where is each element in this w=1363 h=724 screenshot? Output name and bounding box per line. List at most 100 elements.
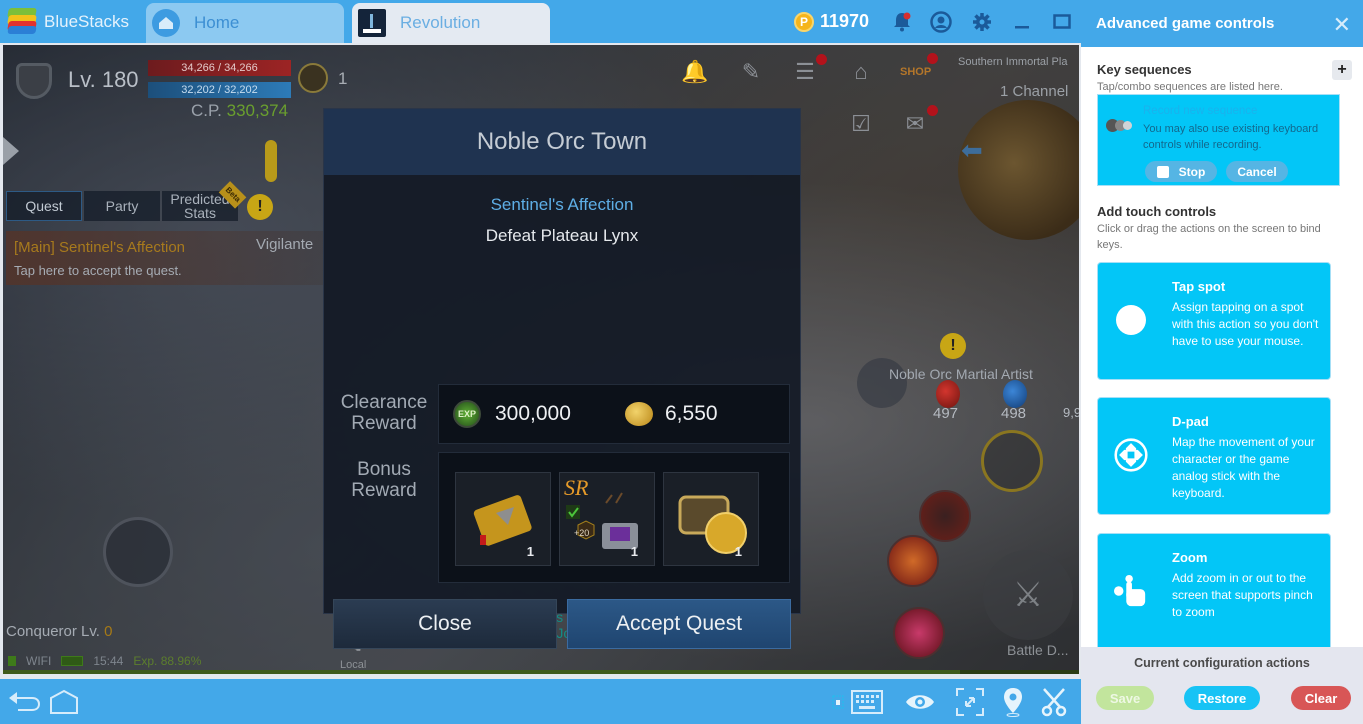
quest-marker-icon [265,140,277,182]
skill-slot-1[interactable] [919,490,971,542]
player-level: Lv. 180 [68,67,139,92]
home-icon [152,9,180,37]
menu-badge [816,54,827,65]
alarm-bell-icon[interactable]: 🔔 [680,57,710,87]
zoom-title: Zoom [1172,550,1208,565]
tap-spot-desc: Assign tapping on a spot with this actio… [1172,300,1319,348]
minimize-icon[interactable] [1010,10,1034,34]
tap-spot-card[interactable]: Tap spot Assign tapping on a spot with t… [1097,262,1331,380]
rank-emblem-icon[interactable] [298,63,328,93]
settings-gear-icon[interactable] [970,10,994,34]
hp-bar: 34,266 / 34,266 [148,60,291,76]
app-name: BlueStacks [44,12,130,31]
record-toggle[interactable] [1106,119,1134,132]
pinch-zoom-icon [1114,574,1148,608]
zoom-card[interactable]: Zoom Add zoom in or out to the screen th… [1097,533,1331,651]
tab-party[interactable]: Party [84,191,160,221]
gold-reward: 6,550 [665,402,718,425]
zoom-desc: Add zoom in or out to the screen that su… [1172,571,1313,619]
conqueror-label: Conqueror Lv. [6,623,100,640]
battle-label: Battle D... [1007,642,1069,658]
cp-value: 330,374 [226,101,289,120]
save-button[interactable]: Save [1096,686,1154,710]
expand-arrow-icon[interactable] [3,137,19,165]
channel-label[interactable]: 1 Channel [1000,83,1068,100]
shop-icon[interactable]: SHOP [900,57,931,87]
edit-document-icon[interactable]: ✎ [736,57,766,87]
virtual-joystick[interactable] [103,517,173,587]
shop-badge [927,53,938,64]
conqueror-level: Conqueror Lv. 0 [6,623,112,640]
bonus-reward-label: Bonus Reward [351,459,417,501]
attack-sword-button[interactable]: ⚔ [983,550,1073,640]
mail-icon[interactable]: ✉ [900,109,930,139]
bonus-item-gold-chest[interactable]: 1 [663,472,759,566]
config-actions-title: Current configuration actions [1134,656,1310,670]
add-sequence-button[interactable]: + [1332,60,1352,80]
key-sequences-subtitle: Tap/combo sequences are listed here. [1097,81,1283,93]
clearance-reward-label: Clearance Reward [340,392,428,434]
tab-revolution[interactable]: Revolution [352,3,550,43]
tab-revolution-label: Revolution [400,13,481,32]
dpad-title: D-pad [1172,414,1209,429]
skill-slot-3[interactable] [893,607,945,659]
keyboard-icon[interactable] [851,687,883,717]
touch-controls-subtitle: Click or drag the actions on the screen … [1097,223,1321,251]
fullscreen-icon[interactable] [956,687,984,717]
mp-potion-count: 498 [1001,405,1027,422]
bluestacks-logo-icon [7,8,37,36]
inventory-bag-icon[interactable]: ⌂ [846,57,876,87]
item-qty: 1 [526,544,534,559]
skill-slot-2[interactable] [887,535,939,587]
npc-nameplate-vigilante: Vigilante [256,236,314,253]
quest-log-icon[interactable]: ☑ [846,109,876,139]
mp-potion-icon[interactable] [1003,380,1027,408]
dpad-icon [1114,438,1148,472]
gold-chest-icon [678,495,747,554]
title-bar: BlueStacks Home Revolution P 11970 [0,0,1081,43]
eye-icon[interactable] [904,687,936,717]
keymapping-toggle-icon[interactable] [831,687,845,717]
bonus-item-sr-mount-chest[interactable]: SR +20 1 [559,472,655,566]
close-button[interactable]: Close [333,599,557,649]
game-viewport[interactable]: Lv. 180 34,266 / 34,266 32,202 / 32,202 … [0,43,1081,679]
combat-power: C.P. 330,374 [191,101,288,121]
location-name: Southern Immortal Pla [958,56,1068,68]
android-home-icon[interactable] [48,687,80,717]
record-subtitle: You may also use existing keyboard contr… [1143,123,1319,151]
record-sequence-box: Record new sequence You may also use exi… [1097,94,1340,186]
signal-icon [8,656,16,666]
stop-label: Stop [1178,164,1206,179]
tab-quest[interactable]: Quest [6,191,82,221]
tab-home-label: Home [194,13,240,32]
gold-coin-icon [625,402,653,426]
cancel-button[interactable]: Cancel [1226,161,1288,182]
tap-spot-title: Tap spot [1172,279,1226,294]
dpad-card[interactable]: D-pad Map the movement of your character… [1097,397,1331,515]
config-actions-footer: Current configuration actions Save Resto… [1081,647,1363,724]
maximize-icon[interactable] [1050,10,1074,34]
dialog-title: Noble Orc Town [476,128,648,155]
accept-quest-button[interactable]: Accept Quest [567,599,791,649]
locked-skill-slot[interactable] [981,430,1043,492]
restore-button[interactable]: Restore [1184,686,1260,710]
battery-icon [61,656,84,666]
back-icon[interactable] [6,687,42,717]
hp-potion-icon[interactable] [936,380,960,408]
notification-bell-icon[interactable] [890,10,914,34]
stop-button[interactable]: Stop [1145,161,1217,182]
exp-reward: 300,000 [495,402,571,425]
alert-icon[interactable]: ! [247,194,273,220]
close-panel-icon[interactable]: ✕ [1333,12,1351,38]
location-pin-icon[interactable] [1002,687,1024,717]
minimap-arrow-icon: ⬅ [961,135,983,165]
minimap[interactable] [958,100,1079,240]
coin-icon: P [794,12,814,32]
tab-predicted-stats[interactable]: Predicted Stats Beta [162,181,247,221]
scissors-icon[interactable] [1041,687,1067,717]
clear-button[interactable]: Clear [1291,686,1351,710]
account-icon[interactable] [929,10,953,34]
quest-tracker-title: [Main] Sentinel's Affection [14,239,186,256]
bonus-item-skill-book[interactable]: 1 [455,472,551,566]
tab-home[interactable]: Home [146,3,344,43]
